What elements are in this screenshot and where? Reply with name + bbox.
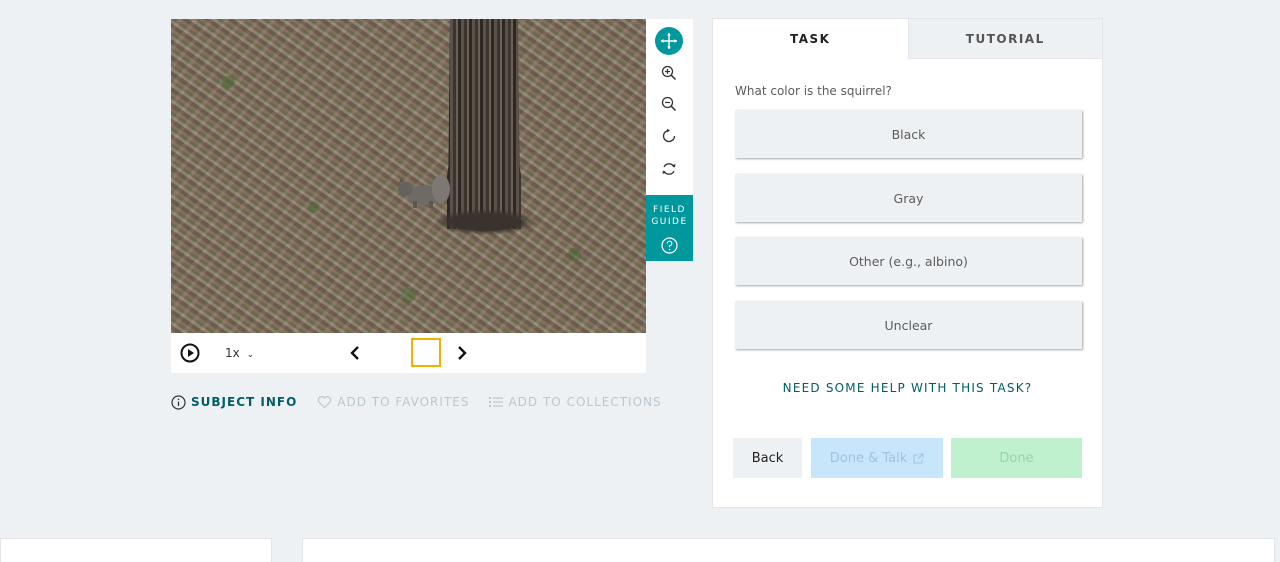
- heart-icon: [318, 396, 332, 409]
- zoom-in-icon: [661, 65, 677, 81]
- tab-tutorial[interactable]: TUTORIAL: [907, 19, 1102, 59]
- chevron-left-icon[interactable]: [347, 343, 363, 363]
- info-icon: [171, 394, 186, 410]
- field-guide-button[interactable]: FIELD GUIDE: [646, 195, 693, 261]
- add-to-collections-label: ADD TO COLLECTIONS: [508, 395, 662, 409]
- reset-button[interactable]: [655, 155, 683, 183]
- done-and-talk-label: Done & Talk: [829, 450, 908, 466]
- zoom-out-button[interactable]: [655, 90, 683, 118]
- answer-unclear-button[interactable]: Unclear: [735, 301, 1082, 349]
- play-icon[interactable]: [180, 343, 200, 363]
- frame-thumbnail[interactable]: [411, 338, 441, 367]
- move-tool-button[interactable]: [655, 27, 683, 55]
- subject-viewer: 1x ⌄: [171, 19, 646, 373]
- add-to-collections-link[interactable]: ADD TO COLLECTIONS: [489, 395, 661, 409]
- move-icon: [661, 33, 677, 49]
- task-tabs: TASK TUTORIAL: [713, 19, 1102, 59]
- subject-info-link[interactable]: SUBJECT INFO: [171, 394, 298, 410]
- back-button[interactable]: Back: [733, 438, 802, 478]
- task-panel: TASK TUTORIAL What color is the squirrel…: [712, 18, 1103, 508]
- tree-trunk: [447, 19, 521, 229]
- subject-metadata-links: SUBJECT INFO ADD TO FAVORITES ADD TO COL…: [171, 392, 682, 412]
- task-help-link[interactable]: NEED SOME HELP WITH THIS TASK?: [713, 381, 1102, 395]
- done-and-talk-button[interactable]: Done & Talk: [811, 438, 943, 478]
- bottom-left-card: [0, 538, 272, 562]
- answer-gray-button[interactable]: Gray: [735, 174, 1082, 222]
- rotate-button[interactable]: [655, 122, 683, 150]
- subject-info-label: SUBJECT INFO: [191, 395, 298, 409]
- image-toolbar: [646, 19, 693, 195]
- field-guide-label: FIELD GUIDE: [651, 205, 688, 227]
- tab-task[interactable]: TASK: [713, 19, 908, 59]
- add-to-favorites-label: ADD TO FAVORITES: [337, 395, 470, 409]
- chevron-right-icon[interactable]: [454, 343, 470, 363]
- external-link-icon: [913, 452, 924, 464]
- answer-black-button[interactable]: Black: [735, 110, 1082, 158]
- rotate-icon: [662, 128, 676, 143]
- zoom-out-icon: [661, 96, 677, 112]
- answer-other-button[interactable]: Other (e.g., albino): [735, 237, 1082, 285]
- speed-select[interactable]: 1x ⌄: [225, 344, 254, 364]
- reset-icon: [662, 163, 676, 175]
- tree-base: [433, 209, 537, 235]
- speed-label: 1x: [225, 346, 240, 360]
- chevron-down-icon: ⌄: [246, 350, 255, 360]
- task-question: What color is the squirrel?: [735, 84, 892, 98]
- bottom-right-card: [302, 538, 1275, 562]
- subject-image[interactable]: [171, 19, 646, 333]
- squirrel-figure: [398, 175, 450, 208]
- done-button[interactable]: Done: [951, 438, 1082, 478]
- list-icon: [489, 397, 504, 407]
- help-circle-icon: [661, 237, 678, 254]
- playback-bar: 1x ⌄: [171, 333, 646, 373]
- zoom-in-button[interactable]: [655, 59, 683, 87]
- add-to-favorites-link[interactable]: ADD TO FAVORITES: [317, 395, 469, 409]
